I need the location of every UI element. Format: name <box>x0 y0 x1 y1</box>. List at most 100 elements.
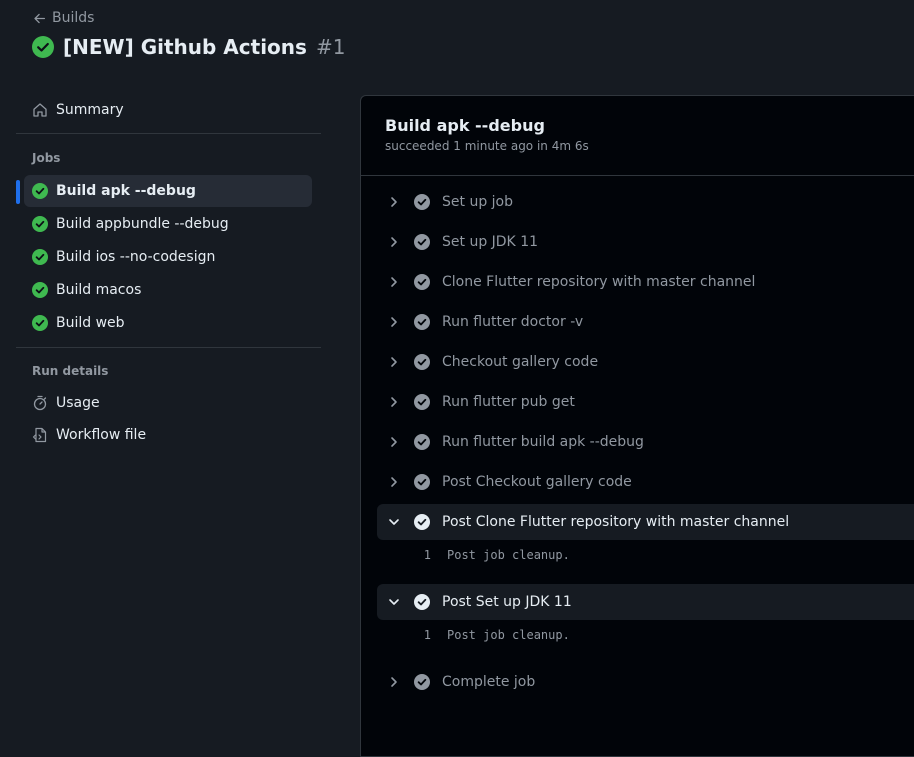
chevron-right-icon <box>391 317 397 327</box>
job-step[interactable]: Post Clone Flutter repository with maste… <box>377 504 914 540</box>
job-step[interactable]: Set up job <box>377 184 914 220</box>
step-label: Run flutter doctor -v <box>442 314 584 330</box>
sidebar-job-item[interactable]: Build appbundle --debug <box>24 208 312 240</box>
chevron-right-icon <box>391 477 397 487</box>
log-line: 1 Post job cleanup. <box>417 545 570 565</box>
step-status <box>414 354 430 370</box>
step-check-icon <box>414 234 430 250</box>
step-status <box>414 234 430 250</box>
stopwatch-icon <box>33 395 47 411</box>
step-check-icon <box>414 674 430 690</box>
step-check-icon <box>414 394 430 410</box>
step-label: Run flutter build apk --debug <box>442 434 644 450</box>
job-panel: Build apk --debug succeeded 1 minute ago… <box>360 95 914 757</box>
job-step[interactable]: Run flutter doctor -v <box>377 304 914 340</box>
sidebar-job-label: Build ios --no-codesign <box>56 249 216 265</box>
chevron-right-icon <box>391 397 397 407</box>
step-status <box>414 674 430 690</box>
sidebar-job-item[interactable]: Build ios --no-codesign <box>24 241 312 273</box>
log-line: 1 Post job cleanup. <box>417 625 570 645</box>
success-check-icon <box>32 36 54 58</box>
step-label: Post Set up JDK 11 <box>442 594 572 610</box>
job-step[interactable]: Clone Flutter repository with master cha… <box>377 264 914 300</box>
step-status <box>414 474 430 490</box>
success-check-icon <box>32 249 48 265</box>
step-label: Run flutter pub get <box>442 394 575 410</box>
log-line-number: 1 <box>423 628 431 642</box>
job-step[interactable]: Post Checkout gallery code <box>377 464 914 500</box>
step-status <box>414 194 430 210</box>
sidebar-item-label: Usage <box>56 395 100 411</box>
log-line-text: Post job cleanup. <box>447 548 570 562</box>
run-number: #1 <box>315 35 346 59</box>
run-title-text: [NEW] Github Actions <box>63 35 307 59</box>
job-step[interactable]: Complete job <box>377 664 914 700</box>
sidebar-divider <box>16 347 321 348</box>
job-meta: succeeded 1 minute ago in 4m 6s <box>385 139 589 153</box>
chevron-right-icon <box>391 677 397 687</box>
job-step[interactable]: Checkout gallery code <box>377 344 914 380</box>
step-check-icon <box>414 514 430 530</box>
run-details-heading: Run details <box>32 364 109 378</box>
step-check-icon <box>414 274 430 290</box>
step-status <box>414 594 430 610</box>
chevron-right-icon <box>391 437 397 447</box>
back-to-builds-link[interactable]: Builds <box>33 9 94 27</box>
step-status <box>414 434 430 450</box>
job-step[interactable]: Post Set up JDK 11 <box>377 584 914 620</box>
step-label: Complete job <box>442 674 536 690</box>
step-check-icon <box>414 314 430 330</box>
step-check-icon <box>414 474 430 490</box>
step-status <box>414 514 430 530</box>
success-check-icon <box>32 216 48 232</box>
job-step[interactable]: Run flutter pub get <box>377 384 914 420</box>
back-link-label: Builds <box>52 10 95 26</box>
home-icon <box>33 103 47 117</box>
sidebar-item-workflow-file[interactable]: Workflow file <box>24 419 312 451</box>
chevron-down-icon <box>389 599 399 605</box>
step-status <box>414 394 430 410</box>
sidebar-job-item[interactable]: Build apk --debug <box>24 175 312 207</box>
sidebar-job-item[interactable]: Build macos <box>24 274 312 306</box>
step-check-icon <box>414 594 430 610</box>
step-check-icon <box>414 354 430 370</box>
step-label: Clone Flutter repository with master cha… <box>442 274 756 290</box>
sidebar-job-label: Build macos <box>56 282 142 298</box>
step-label: Set up JDK 11 <box>442 234 539 250</box>
success-check-icon <box>32 282 48 298</box>
step-label: Post Clone Flutter repository with maste… <box>442 514 790 530</box>
job-title: Build apk --debug <box>385 116 545 135</box>
log-line-number: 1 <box>423 548 431 562</box>
sidebar-job-label: Build web <box>56 315 125 331</box>
step-label: Post Checkout gallery code <box>442 474 632 490</box>
job-step[interactable]: Set up JDK 11 <box>377 224 914 260</box>
sidebar-divider <box>16 133 321 134</box>
sidebar-item-label: Summary <box>56 102 124 118</box>
sidebar-item-summary[interactable]: Summary <box>24 94 312 126</box>
sidebar-job-label: Build appbundle --debug <box>56 216 229 232</box>
log-line-text: Post job cleanup. <box>447 628 570 642</box>
sidebar-item-usage[interactable]: Usage <box>24 387 312 419</box>
job-header: Build apk --debug succeeded 1 minute ago… <box>385 116 589 153</box>
step-status <box>414 274 430 290</box>
jobs-heading: Jobs <box>32 151 61 165</box>
success-check-icon <box>32 315 48 331</box>
run-title: [NEW] Github Actions #1 <box>32 33 345 61</box>
step-label: Set up job <box>442 194 513 210</box>
sidebar-job-label: Build apk --debug <box>56 183 196 199</box>
selected-indicator <box>16 180 20 204</box>
sidebar-item-label: Workflow file <box>56 427 147 443</box>
success-check-icon <box>32 183 48 199</box>
step-label: Checkout gallery code <box>442 354 599 370</box>
file-code-icon <box>32 427 47 443</box>
step-status <box>414 314 430 330</box>
chevron-down-icon <box>389 519 399 525</box>
step-check-icon <box>414 194 430 210</box>
chevron-right-icon <box>391 237 397 247</box>
job-step[interactable]: Run flutter build apk --debug <box>377 424 914 460</box>
chevron-right-icon <box>391 277 397 287</box>
step-check-icon <box>414 434 430 450</box>
job-header-divider <box>361 175 914 176</box>
chevron-right-icon <box>391 357 397 367</box>
sidebar-job-item[interactable]: Build web <box>24 307 312 339</box>
